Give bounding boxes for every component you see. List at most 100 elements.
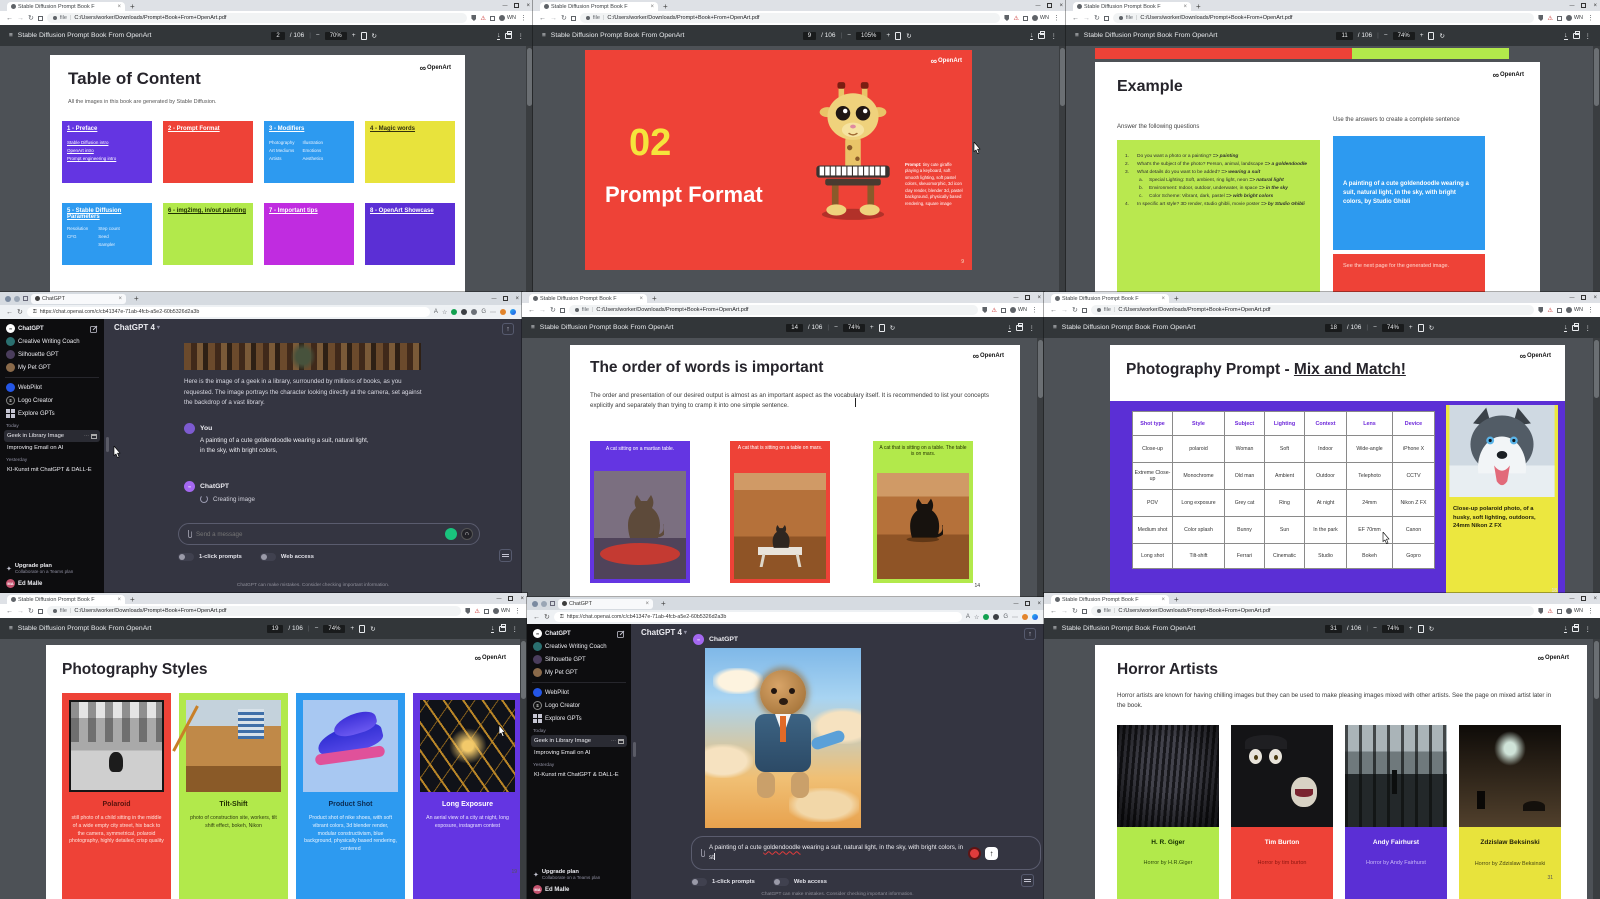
convo-item[interactable]: Improving Email on AI <box>531 747 627 759</box>
scrollbar[interactable] <box>1059 46 1066 292</box>
rotate-icon[interactable]: ↻ <box>372 32 377 40</box>
new-tab-button[interactable]: + <box>1174 294 1179 303</box>
side-panel-icon[interactable] <box>559 307 565 313</box>
back-icon[interactable]: ← <box>6 309 13 316</box>
omnibox[interactable]: ⚿ https://chat.openai.com/c/cb41347e-71ab… <box>26 307 430 317</box>
reload-icon[interactable]: ↻ <box>28 14 34 22</box>
print-icon[interactable] <box>1038 30 1046 39</box>
close-button[interactable]: × <box>1059 3 1063 9</box>
toc-link[interactable]: 5 - Stable Diffusion Parameters <box>67 208 147 220</box>
sidebar-brand[interactable]: ∞ ChatGPT <box>531 627 627 640</box>
close-button[interactable]: × <box>1037 295 1041 301</box>
minimize-button[interactable]: — <box>1569 3 1574 9</box>
archive-icon[interactable] <box>618 738 624 744</box>
minimize-button[interactable]: — <box>1013 601 1018 607</box>
warning-icon[interactable]: ⚠ <box>474 608 479 615</box>
reload-icon[interactable]: ↻ <box>17 308 23 316</box>
more-kebab-icon[interactable]: ⋮ <box>511 625 518 633</box>
browser-tab[interactable]: ChatGPT × <box>558 598 653 609</box>
tab-close-icon[interactable]: × <box>645 601 649 607</box>
sidebar-gpt-my-pet[interactable]: My Pet GPT <box>4 361 100 374</box>
more-kebab-icon[interactable]: ⋮ <box>1584 625 1591 633</box>
user-menu[interactable]: MA Ed Malle <box>4 577 100 590</box>
fit-page-icon[interactable] <box>1428 31 1435 40</box>
downloads-icon[interactable] <box>1556 608 1562 614</box>
fit-page-icon[interactable] <box>895 31 902 40</box>
tab-close-icon[interactable]: × <box>117 597 121 603</box>
web-access-toggle[interactable] <box>259 553 276 561</box>
voice-icon[interactable] <box>445 528 457 540</box>
back-icon[interactable]: ← <box>1072 15 1079 22</box>
shield-icon[interactable] <box>471 15 477 21</box>
zoom-out-button[interactable]: − <box>834 324 838 331</box>
maximize-button[interactable] <box>503 296 509 301</box>
download-icon[interactable]: ↓ <box>1007 324 1012 332</box>
zoom-in-button[interactable]: + <box>886 32 890 39</box>
zoom-out-button[interactable]: − <box>847 32 851 39</box>
downloads-icon[interactable] <box>1022 15 1028 21</box>
scrollbar[interactable] <box>1593 338 1600 593</box>
tab-close-icon[interactable]: × <box>117 4 121 10</box>
sidebar-webpilot[interactable]: WebPilot <box>4 381 100 394</box>
reload-icon[interactable]: ↻ <box>28 607 34 615</box>
profile-chip[interactable]: WN <box>1009 307 1027 313</box>
toc-link[interactable]: 1 - Preface <box>67 126 147 132</box>
maximize-button[interactable] <box>1581 295 1587 300</box>
shield-icon[interactable] <box>1538 307 1544 313</box>
new-tab-button[interactable]: + <box>1196 2 1201 11</box>
side-panel-icon[interactable] <box>37 608 43 614</box>
extension-icon-green[interactable] <box>983 614 990 620</box>
toc-link[interactable]: 7 - Important tips <box>269 208 349 214</box>
prompt-settings-icon[interactable] <box>1021 874 1034 887</box>
goldendoodle-image[interactable] <box>705 648 861 828</box>
library-image[interactable] <box>184 343 421 370</box>
menu-kebab-icon[interactable]: ⋮ <box>1587 306 1594 314</box>
close-button[interactable]: × <box>1037 601 1041 607</box>
sidebar-logo-creator[interactable]: ① Logo Creator <box>4 394 100 407</box>
profile-avatar[interactable] <box>1022 614 1028 620</box>
zoom-in-button[interactable]: + <box>1409 625 1413 632</box>
more-kebab-icon[interactable]: ⋮ <box>1028 324 1035 332</box>
profile-chip[interactable]: WN <box>1565 15 1583 21</box>
upgrade-plan-button[interactable]: ✦ Upgrade plan Collaborate on a Teams plan <box>531 867 627 883</box>
zoom-out-button[interactable]: − <box>315 625 319 632</box>
print-icon[interactable] <box>505 30 513 39</box>
warning-icon[interactable]: ⚠ <box>1547 608 1552 615</box>
extension-icon-g[interactable]: G <box>1003 614 1008 620</box>
pdf-viewport[interactable]: ∞ OpenArt Example Answer the following qu… <box>1066 46 1600 292</box>
side-panel-icon[interactable] <box>1103 15 1109 21</box>
close-button[interactable]: × <box>1593 3 1597 9</box>
maximize-button[interactable] <box>1581 3 1587 8</box>
toc-sublink[interactable]: Prompt engineering intro <box>67 156 147 161</box>
zoom-level[interactable]: 74% <box>842 323 865 332</box>
shield-icon[interactable] <box>1004 15 1010 21</box>
fit-page-icon[interactable] <box>359 624 366 633</box>
page-input[interactable]: 18 <box>1325 323 1342 332</box>
menu-icon[interactable]: ≡ <box>531 324 535 331</box>
read-aloud-icon[interactable]: A <box>966 614 970 620</box>
pdf-viewport[interactable]: ∞ OpenArt Horror Artists Horror artists a… <box>1044 639 1600 899</box>
reload-icon[interactable]: ↻ <box>1094 14 1100 22</box>
download-icon[interactable]: ↓ <box>1564 32 1568 40</box>
zoom-in-button[interactable]: + <box>350 625 354 632</box>
read-aloud-icon[interactable]: A <box>434 309 438 315</box>
attach-icon[interactable] <box>698 848 705 858</box>
toc-sublink[interactable]: Stable Diffusion intro <box>67 140 147 145</box>
zoom-in-button[interactable]: + <box>870 324 874 331</box>
omnibox[interactable]: file | C:/Users/worker/Downloads/Prompt+Bo… <box>568 305 979 315</box>
copilot-icon[interactable] <box>510 309 516 315</box>
rotate-icon[interactable]: ↻ <box>1439 32 1444 40</box>
side-panel-icon[interactable] <box>1081 608 1087 614</box>
zoom-out-button[interactable]: − <box>316 32 320 39</box>
pdf-viewport[interactable]: ∞ OpenArt 02 Prompt Format Prompt: tiny … <box>533 46 1066 292</box>
toc-link[interactable]: 4 - Magic words <box>370 126 450 132</box>
convo-item[interactable]: Improving Email on AI <box>4 442 100 454</box>
menu-kebab-icon[interactable]: ⋮ <box>1587 14 1594 22</box>
toc-link[interactable]: 8 - OpenArt Showcase <box>370 208 450 214</box>
reload-icon[interactable]: ↻ <box>561 14 567 22</box>
zoom-out-button[interactable]: − <box>1384 32 1388 39</box>
page-input[interactable]: 31 <box>1325 624 1342 633</box>
menu-icon[interactable]: ≡ <box>9 625 13 632</box>
downloads-icon[interactable] <box>1556 307 1562 313</box>
collections-icon[interactable]: ⋯ <box>1012 614 1018 621</box>
